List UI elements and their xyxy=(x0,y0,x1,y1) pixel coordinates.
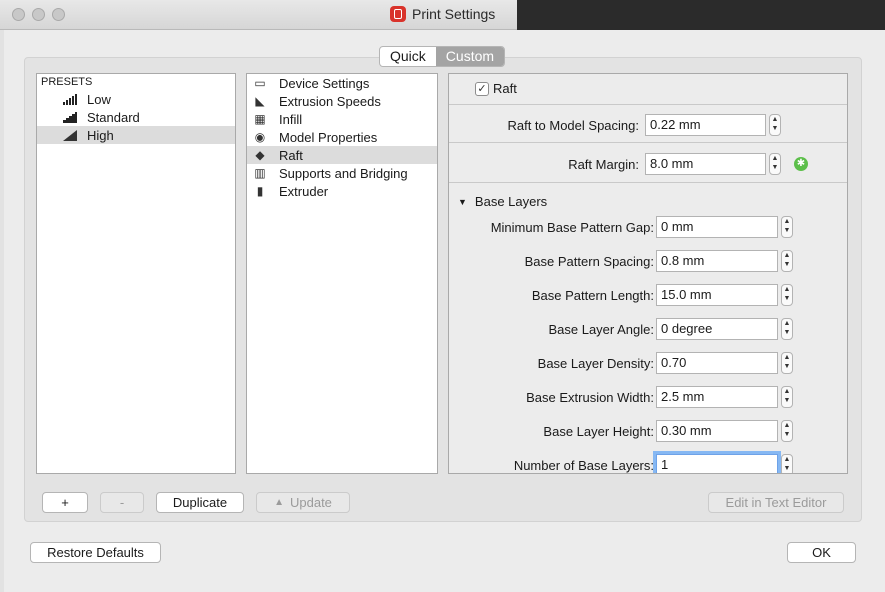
window-icon: ▭ xyxy=(254,75,266,90)
preset-label: High xyxy=(87,127,114,143)
category-extruder[interactable]: ▮ Extruder xyxy=(247,182,437,200)
base-layer-height-stepper[interactable]: ▲ ▼ xyxy=(781,420,793,442)
update-button[interactable]: ▲ Update xyxy=(256,492,350,513)
zoom-window-button[interactable] xyxy=(52,8,65,21)
raft-settings-panel: ✓ Raft Raft to Model Spacing: 0.22 mm ▲ ▼… xyxy=(448,73,848,474)
high-quality-icon xyxy=(63,129,77,141)
supports-icon: ▥ xyxy=(254,165,266,180)
background-window xyxy=(517,0,885,30)
tab-quick[interactable]: Quick xyxy=(380,47,436,66)
close-window-button[interactable] xyxy=(12,8,25,21)
preset-label: Standard xyxy=(87,109,140,125)
base-layer-density-input[interactable]: 0.70 xyxy=(656,352,778,374)
divider xyxy=(449,182,847,183)
category-supports-and-bridging[interactable]: ▥ Supports and Bridging xyxy=(247,164,437,182)
base-layer-height-label: Base Layer Height: xyxy=(543,424,654,439)
raft-margin-stepper[interactable]: ▲ ▼ xyxy=(769,153,781,175)
rabbit-icon: ◣ xyxy=(255,93,265,108)
min-base-pattern-gap-label: Minimum Base Pattern Gap: xyxy=(490,220,654,235)
number-of-base-layers-label: Number of Base Layers: xyxy=(513,458,654,473)
extruder-icon: ▮ xyxy=(256,183,264,198)
base-pattern-length-stepper[interactable]: ▲ ▼ xyxy=(781,284,793,306)
update-label: Update xyxy=(289,495,332,510)
category-label: Model Properties xyxy=(279,129,378,145)
category-device-settings[interactable]: ▭ Device Settings xyxy=(247,74,437,92)
base-layer-density-label: Base Layer Density: xyxy=(537,356,654,371)
base-layer-angle-input[interactable]: 0 degree xyxy=(656,318,778,340)
base-pattern-length-label: Base Pattern Length: xyxy=(531,288,654,303)
presets-list[interactable]: PRESETS Low Standard High xyxy=(36,73,236,474)
raft-model-spacing-stepper[interactable]: ▲ ▼ xyxy=(769,114,781,136)
category-label: Raft xyxy=(279,147,303,163)
base-pattern-length-input[interactable]: 15.0 mm xyxy=(656,284,778,306)
preset-low[interactable]: Low xyxy=(37,90,235,108)
cube-icon: ▦ xyxy=(254,111,266,126)
disclosure-triangle-icon: ▼ xyxy=(458,196,467,207)
divider xyxy=(449,142,847,143)
base-layer-density-stepper[interactable]: ▲ ▼ xyxy=(781,352,793,374)
raft-checkbox[interactable]: ✓ xyxy=(475,81,489,96)
raft-margin-label: Raft Margin: xyxy=(568,157,639,172)
base-extrusion-width-stepper[interactable]: ▲ ▼ xyxy=(781,386,793,408)
base-extrusion-width-label: Base Extrusion Width: xyxy=(526,390,654,405)
category-extrusion-speeds[interactable]: ◣ Extrusion Speeds xyxy=(247,92,437,110)
tab-custom[interactable]: Custom xyxy=(435,47,505,66)
eye-icon: ◉ xyxy=(254,129,266,144)
low-quality-icon xyxy=(63,93,77,105)
restore-defaults-button[interactable]: Restore Defaults xyxy=(30,542,161,563)
category-label: Device Settings xyxy=(279,75,370,91)
category-infill[interactable]: ▦ Infill xyxy=(247,110,437,128)
raft-margin-input[interactable]: 8.0 mm xyxy=(645,153,766,175)
category-raft[interactable]: ◆ Raft xyxy=(247,146,437,164)
preset-label: Low xyxy=(87,91,111,107)
number-of-base-layers-stepper[interactable]: ▲ ▼ xyxy=(781,454,793,473)
raft-model-spacing-label: Raft to Model Spacing: xyxy=(507,118,639,133)
raft-model-spacing-input[interactable]: 0.22 mm xyxy=(645,114,766,136)
min-base-pattern-gap-input[interactable]: 0 mm xyxy=(656,216,778,238)
preset-high[interactable]: High xyxy=(37,126,235,144)
ok-button[interactable]: OK xyxy=(787,542,856,563)
remove-preset-button[interactable]: - xyxy=(100,492,144,513)
raft-checkbox-label: Raft xyxy=(493,81,517,96)
base-pattern-spacing-label: Base Pattern Spacing: xyxy=(524,254,654,269)
presets-header: PRESETS xyxy=(41,76,93,88)
base-layer-height-input[interactable]: 0.30 mm xyxy=(656,420,778,442)
layers-icon: ◆ xyxy=(255,147,265,162)
category-label: Supports and Bridging xyxy=(279,165,408,181)
window-title: Print Settings xyxy=(412,6,496,22)
min-base-pattern-gap-stepper[interactable]: ▲ ▼ xyxy=(781,216,793,238)
number-of-base-layers-input[interactable]: 1 xyxy=(656,454,778,473)
base-layers-disclosure[interactable]: ▼ Base Layers xyxy=(458,194,547,209)
minimize-window-button[interactable] xyxy=(32,8,45,21)
category-label: Extrusion Speeds xyxy=(279,93,381,109)
base-layers-title: Base Layers xyxy=(474,194,548,209)
add-preset-button[interactable]: + xyxy=(42,492,88,513)
duplicate-button[interactable]: Duplicate xyxy=(156,492,244,513)
up-arrow-icon: ▲ xyxy=(274,497,284,508)
base-layer-angle-label: Base Layer Angle: xyxy=(548,322,654,337)
category-list[interactable]: ▭ Device Settings ◣ Extrusion Speeds ▦ I… xyxy=(246,73,438,474)
category-label: Infill xyxy=(279,111,303,127)
base-layer-angle-stepper[interactable]: ▲ ▼ xyxy=(781,318,793,340)
standard-quality-icon xyxy=(63,111,77,123)
mode-tabs: Quick Custom xyxy=(379,46,506,67)
category-label: Extruder xyxy=(279,183,329,199)
base-pattern-spacing-stepper[interactable]: ▲ ▼ xyxy=(781,250,793,272)
makerbot-app-icon xyxy=(390,6,406,22)
edit-in-text-editor-button[interactable]: Edit in Text Editor xyxy=(708,492,844,513)
title-bar: Print Settings xyxy=(0,0,885,30)
preset-standard[interactable]: Standard xyxy=(37,108,235,126)
base-extrusion-width-input[interactable]: 2.5 mm xyxy=(656,386,778,408)
add-setting-icon[interactable]: ✱ xyxy=(794,157,808,171)
base-pattern-spacing-input[interactable]: 0.8 mm xyxy=(656,250,778,272)
divider xyxy=(449,104,847,105)
window-title-group: Print Settings xyxy=(390,6,495,22)
category-model-properties[interactable]: ◉ Model Properties xyxy=(247,128,437,146)
raft-enable-row[interactable]: ✓ Raft xyxy=(475,81,517,96)
